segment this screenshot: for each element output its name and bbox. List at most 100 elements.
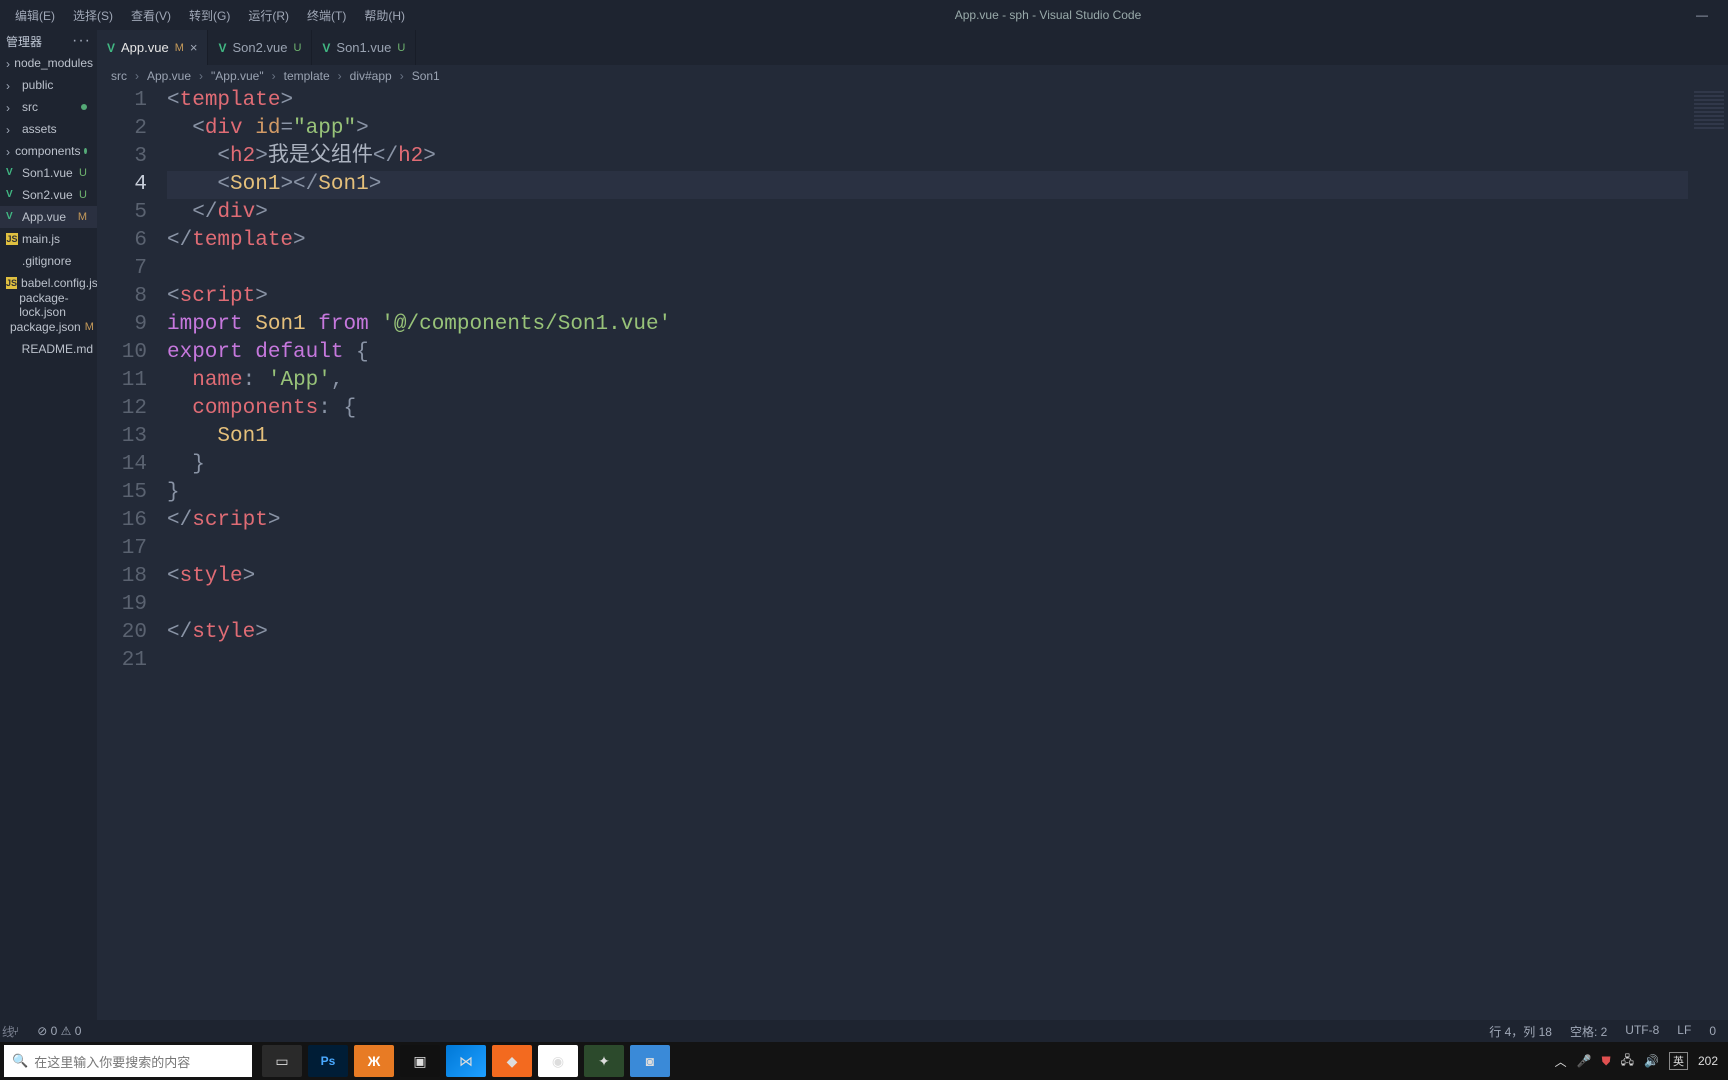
code-line[interactable]: <script> [167, 283, 1728, 311]
code-line[interactable] [167, 591, 1728, 619]
code-line[interactable]: </div> [167, 199, 1728, 227]
tree-item[interactable]: VApp.vueM [0, 206, 97, 228]
tab-label: Son1.vue [336, 40, 391, 55]
code-line[interactable]: name: 'App', [167, 367, 1728, 395]
tree-item[interactable]: package-lock.json [0, 294, 97, 316]
code-line[interactable]: </style> [167, 619, 1728, 647]
task-view-icon[interactable]: ▭ [262, 1045, 302, 1077]
code-line[interactable]: export default { [167, 339, 1728, 367]
tray-network-icon[interactable]: 🖧 [1621, 1051, 1634, 1072]
code-line[interactable]: Son1 [167, 423, 1728, 451]
menu-item[interactable]: 查看(V) [122, 9, 180, 23]
folder-icon [6, 101, 18, 113]
vue-icon: V [6, 167, 18, 179]
code-line[interactable]: <style> [167, 563, 1728, 591]
tree-item[interactable]: components [0, 140, 97, 162]
code-line[interactable]: </template> [167, 227, 1728, 255]
editor-tab[interactable]: VSon2.vueU [208, 30, 312, 65]
terminal-icon[interactable]: ▣ [400, 1045, 440, 1077]
tree-item[interactable]: node_modules [0, 52, 97, 74]
code-line[interactable] [167, 255, 1728, 283]
breadcrumb-item[interactable]: div#app [350, 69, 392, 83]
wechat-icon[interactable]: ✦ [584, 1045, 624, 1077]
tree-item-label: Son2.vue [22, 188, 73, 202]
menu-item[interactable]: 转到(G) [180, 9, 239, 23]
tree-item[interactable]: public [0, 74, 97, 96]
status-item[interactable]: LF [1675, 1023, 1693, 1040]
menu-item[interactable]: 运行(R) [239, 9, 298, 23]
tree-item-label: components [15, 144, 80, 158]
code-line[interactable] [167, 535, 1728, 563]
tray-security-icon[interactable]: ⛊ [1602, 1054, 1611, 1069]
tree-item[interactable]: README.md [0, 338, 97, 360]
code-line[interactable] [167, 647, 1728, 675]
postman-icon[interactable]: ◆ [492, 1045, 532, 1077]
tray-date[interactable]: 202 [1698, 1054, 1718, 1068]
breadcrumb-item[interactable]: src [111, 69, 127, 83]
breadcrumb[interactable]: src App.vue "App.vue" template div#app Son1 [97, 65, 1728, 87]
camera-icon[interactable]: ◙ [630, 1045, 670, 1077]
tree-item-label: main.js [22, 232, 60, 246]
xampp-icon[interactable]: Ж [354, 1045, 394, 1077]
code-line[interactable]: <h2>我是父组件</h2> [167, 143, 1728, 171]
tree-item-label: node_modules [14, 56, 93, 70]
vue-icon: V [6, 211, 18, 223]
code-line[interactable]: } [167, 451, 1728, 479]
breadcrumb-item[interactable]: Son1 [412, 69, 440, 83]
modified-dot-icon [84, 148, 87, 154]
tabs-bar: VApp.vueM×VSon2.vueU V Son1.vue U [97, 30, 1728, 65]
code-line[interactable]: components: { [167, 395, 1728, 423]
status-item[interactable]: UTF-8 [1623, 1023, 1661, 1040]
tree-item[interactable]: VSon2.vueU [0, 184, 97, 206]
minimap[interactable] [1688, 87, 1728, 1020]
taskbar-search[interactable]: 🔍 在这里输入你要搜索的内容 [4, 1045, 252, 1077]
tree-item[interactable]: .gitignore [0, 250, 97, 272]
window-minimize[interactable]: — [1696, 8, 1708, 22]
tray-mic-icon[interactable]: 🎤 [1577, 1054, 1592, 1068]
code-line[interactable]: } [167, 479, 1728, 507]
tree-item[interactable]: package.jsonM [0, 316, 97, 338]
tree-item[interactable]: VSon1.vueU [0, 162, 97, 184]
breadcrumb-item[interactable]: App.vue [147, 69, 191, 83]
folder-icon [6, 79, 18, 91]
code-line[interactable]: import Son1 from '@/components/Son1.vue' [167, 311, 1728, 339]
status-item[interactable]: 行 4，列 18 [1487, 1023, 1554, 1040]
modified-dot-icon [81, 104, 87, 110]
vscode-icon[interactable]: ⋈ [446, 1045, 486, 1077]
menu-item[interactable]: 帮助(H) [355, 9, 414, 23]
tree-item[interactable]: JSmain.js [0, 228, 97, 250]
photoshop-icon[interactable]: Ps [308, 1045, 348, 1077]
editor-tab[interactable]: VApp.vueM× [97, 30, 208, 65]
code-line[interactable]: <div id="app"> [167, 115, 1728, 143]
menu-item[interactable]: 选择(S) [64, 9, 122, 23]
close-icon[interactable]: × [190, 40, 198, 55]
breadcrumb-item[interactable]: template [284, 69, 330, 83]
tree-item-label: Son1.vue [22, 166, 73, 180]
menu-item[interactable]: 终端(T) [298, 9, 355, 23]
tree-item-label: .gitignore [22, 254, 71, 268]
tray-chevron-icon[interactable]: ︿ [1555, 1053, 1567, 1070]
tree-item-label: package-lock.json [19, 291, 93, 319]
editor-tab[interactable]: V Son1.vue U [312, 30, 416, 65]
code-editor[interactable]: 123456789101112131415161718192021 <templ… [97, 87, 1728, 1020]
breadcrumb-item[interactable]: "App.vue" [211, 69, 264, 83]
tree-item[interactable]: src [0, 96, 97, 118]
tree-item-label: babel.config.js [21, 276, 98, 290]
explorer-more-icon[interactable]: ··· [72, 32, 91, 50]
tree-item[interactable]: assets [0, 118, 97, 140]
code-line[interactable]: </script> [167, 507, 1728, 535]
chrome-icon[interactable]: ◉ [538, 1045, 578, 1077]
menu-item[interactable]: 编辑(E) [6, 9, 64, 23]
code-line[interactable]: <template> [167, 87, 1728, 115]
vue-icon: V [322, 41, 330, 55]
status-bar: ⑂ ⊘ 0 ⚠ 0 行 4，列 18空格: 2UTF-8LF 0 [0, 1020, 1728, 1042]
tray-volume-icon[interactable]: 🔊 [1644, 1054, 1659, 1068]
code-line[interactable]: <Son1></Son1> [167, 171, 1728, 199]
status-item[interactable]: 空格: 2 [1568, 1023, 1609, 1040]
panel-label: 线 [2, 1023, 14, 1040]
tray-ime[interactable]: 英 [1669, 1052, 1688, 1070]
vcs-badge: U [79, 189, 93, 201]
tab-status: U [397, 42, 405, 54]
problems-count[interactable]: ⊘ 0 ⚠ 0 [35, 1024, 83, 1038]
tab-status: U [293, 42, 301, 54]
